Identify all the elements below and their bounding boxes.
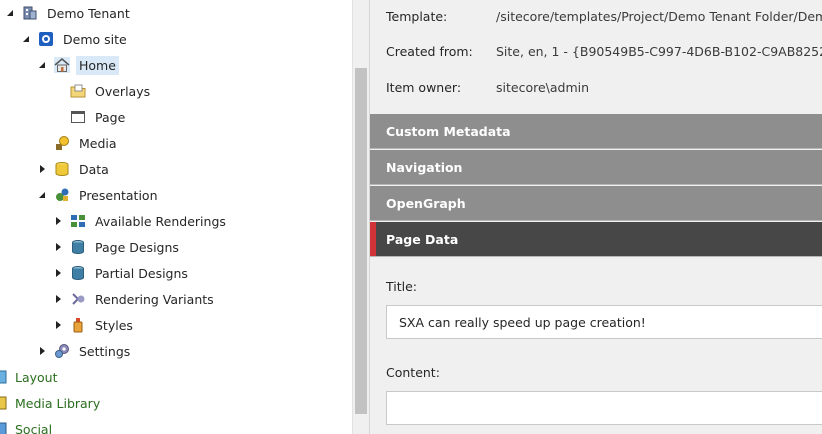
tree-item-layout[interactable]: Layout: [0, 364, 61, 390]
media-library-icon: [0, 396, 7, 410]
section-opengraph[interactable]: OpenGraph: [370, 186, 822, 221]
tree-item-label: Partial Designs: [95, 265, 188, 281]
media-icon: [56, 136, 69, 150]
renderings-icon: [71, 215, 85, 227]
social-icon: [0, 422, 7, 434]
data-icon: [55, 162, 69, 176]
created-from-label: Created from:: [386, 43, 473, 59]
tree-item-label: Available Renderings: [95, 213, 226, 229]
tree-item-label: Settings: [79, 343, 131, 359]
section-label: Navigation: [386, 159, 463, 175]
tree-item-presentation[interactable]: Presentation: [36, 182, 161, 208]
tree-item-rendering-variants[interactable]: Rendering Variants: [52, 286, 217, 312]
folder-overlays-icon: [70, 84, 86, 98]
template-label: Template:: [386, 8, 448, 24]
expand-arrow-icon[interactable]: [52, 267, 64, 279]
tree-item-data[interactable]: Data: [36, 156, 112, 182]
tree-item-styles[interactable]: Styles: [52, 312, 136, 338]
section-navigation[interactable]: Navigation: [370, 150, 822, 185]
tree-item-partial-designs[interactable]: Partial Designs: [52, 260, 191, 286]
tree-item-social[interactable]: Social: [0, 416, 55, 434]
scrollbar-thumb[interactable]: [355, 68, 367, 414]
created-from-value: Site, en, 1 - {B90549B5-C997-4D6B-B102-C…: [496, 43, 822, 59]
tree-item-label: Media Library: [15, 395, 101, 411]
styles-icon: [73, 318, 83, 333]
section-label: Custom Metadata: [386, 123, 511, 139]
tree-item-label: Data: [79, 161, 109, 177]
tree-item-label: Social: [15, 421, 53, 434]
tree-item-label: Media: [79, 135, 117, 151]
tree-item-label: Demo site: [63, 31, 127, 47]
expand-arrow-icon[interactable]: [36, 345, 48, 357]
collapse-arrow-icon[interactable]: [36, 189, 48, 201]
content-editor: Template: /sitecore/templates/Project/De…: [370, 0, 822, 434]
section-page-data[interactable]: Page Data: [370, 222, 822, 257]
tree-item-home[interactable]: Home: [36, 52, 119, 78]
tree-item-settings[interactable]: Settings: [36, 338, 133, 364]
tree-item-label: Overlays: [95, 83, 151, 99]
item-owner-label: Item owner:: [386, 79, 462, 95]
tree-item-media[interactable]: Media: [36, 130, 120, 156]
tree-item-label: Page Designs: [95, 239, 179, 255]
home-icon: [54, 57, 70, 73]
tree-item-label: Demo Tenant: [47, 5, 130, 21]
tree-item-label: Styles: [95, 317, 133, 333]
template-row: Template: /sitecore/templates/Project/De…: [386, 6, 822, 26]
collapse-arrow-icon[interactable]: [4, 7, 16, 19]
presentation-icon: [56, 188, 69, 201]
expand-arrow-icon[interactable]: [52, 215, 64, 227]
content-field-label: Content:: [386, 365, 440, 380]
tree-item-available-renderings[interactable]: Available Renderings: [52, 208, 229, 234]
title-field-label: Title:: [386, 279, 417, 294]
tenant-icon: [23, 6, 37, 20]
expand-arrow-icon[interactable]: [36, 163, 48, 175]
title-field-value: SXA can really speed up page creation!: [399, 314, 646, 330]
tree-item-demo-tenant[interactable]: Demo Tenant: [4, 0, 133, 26]
section-label: OpenGraph: [386, 195, 466, 211]
tree-item-label: Rendering Variants: [95, 291, 214, 307]
tree-item-page-designs[interactable]: Page Designs: [52, 234, 182, 260]
tree-item-label: Home: [76, 55, 119, 75]
expand-arrow-icon[interactable]: [52, 319, 64, 331]
item-owner-row: Item owner: sitecore\admin: [386, 77, 589, 97]
tree-item-page[interactable]: Page: [52, 104, 128, 130]
collapse-arrow-icon[interactable]: [36, 59, 48, 71]
item-owner-value: sitecore\admin: [496, 79, 590, 95]
tree-item-label: Layout: [15, 369, 58, 385]
expand-arrow-icon[interactable]: [52, 241, 64, 253]
layout-icon: [0, 370, 7, 384]
tree-item-overlays[interactable]: Overlays: [52, 78, 153, 104]
title-field[interactable]: SXA can really speed up page creation!: [386, 305, 822, 339]
tree-item-demo-site[interactable]: Demo site: [20, 26, 130, 52]
expand-arrow-icon[interactable]: [52, 293, 64, 305]
page-icon: [71, 111, 85, 123]
created-from-row: Created from: Site, en, 1 - {B90549B5-C9…: [386, 41, 822, 61]
section-custom-metadata[interactable]: Custom Metadata: [370, 114, 822, 149]
template-value: /sitecore/templates/Project/Demo Tenant …: [496, 8, 822, 24]
page-designs-icon: [72, 240, 84, 254]
settings-icon: [55, 344, 69, 358]
tree-item-label: Presentation: [79, 187, 158, 203]
rendering-variants-icon: [72, 293, 85, 305]
content-field[interactable]: [386, 391, 822, 425]
tree-item-label: Page: [95, 109, 126, 125]
tree-scrollbar[interactable]: [352, 0, 370, 434]
site-icon: [39, 32, 53, 46]
partial-designs-icon: [72, 266, 84, 280]
section-label: Page Data: [386, 231, 459, 247]
content-tree: Demo Tenant Demo site Home Overlays Page…: [0, 0, 352, 434]
collapse-arrow-icon[interactable]: [20, 33, 32, 45]
tree-item-media-library[interactable]: Media Library: [0, 390, 103, 416]
